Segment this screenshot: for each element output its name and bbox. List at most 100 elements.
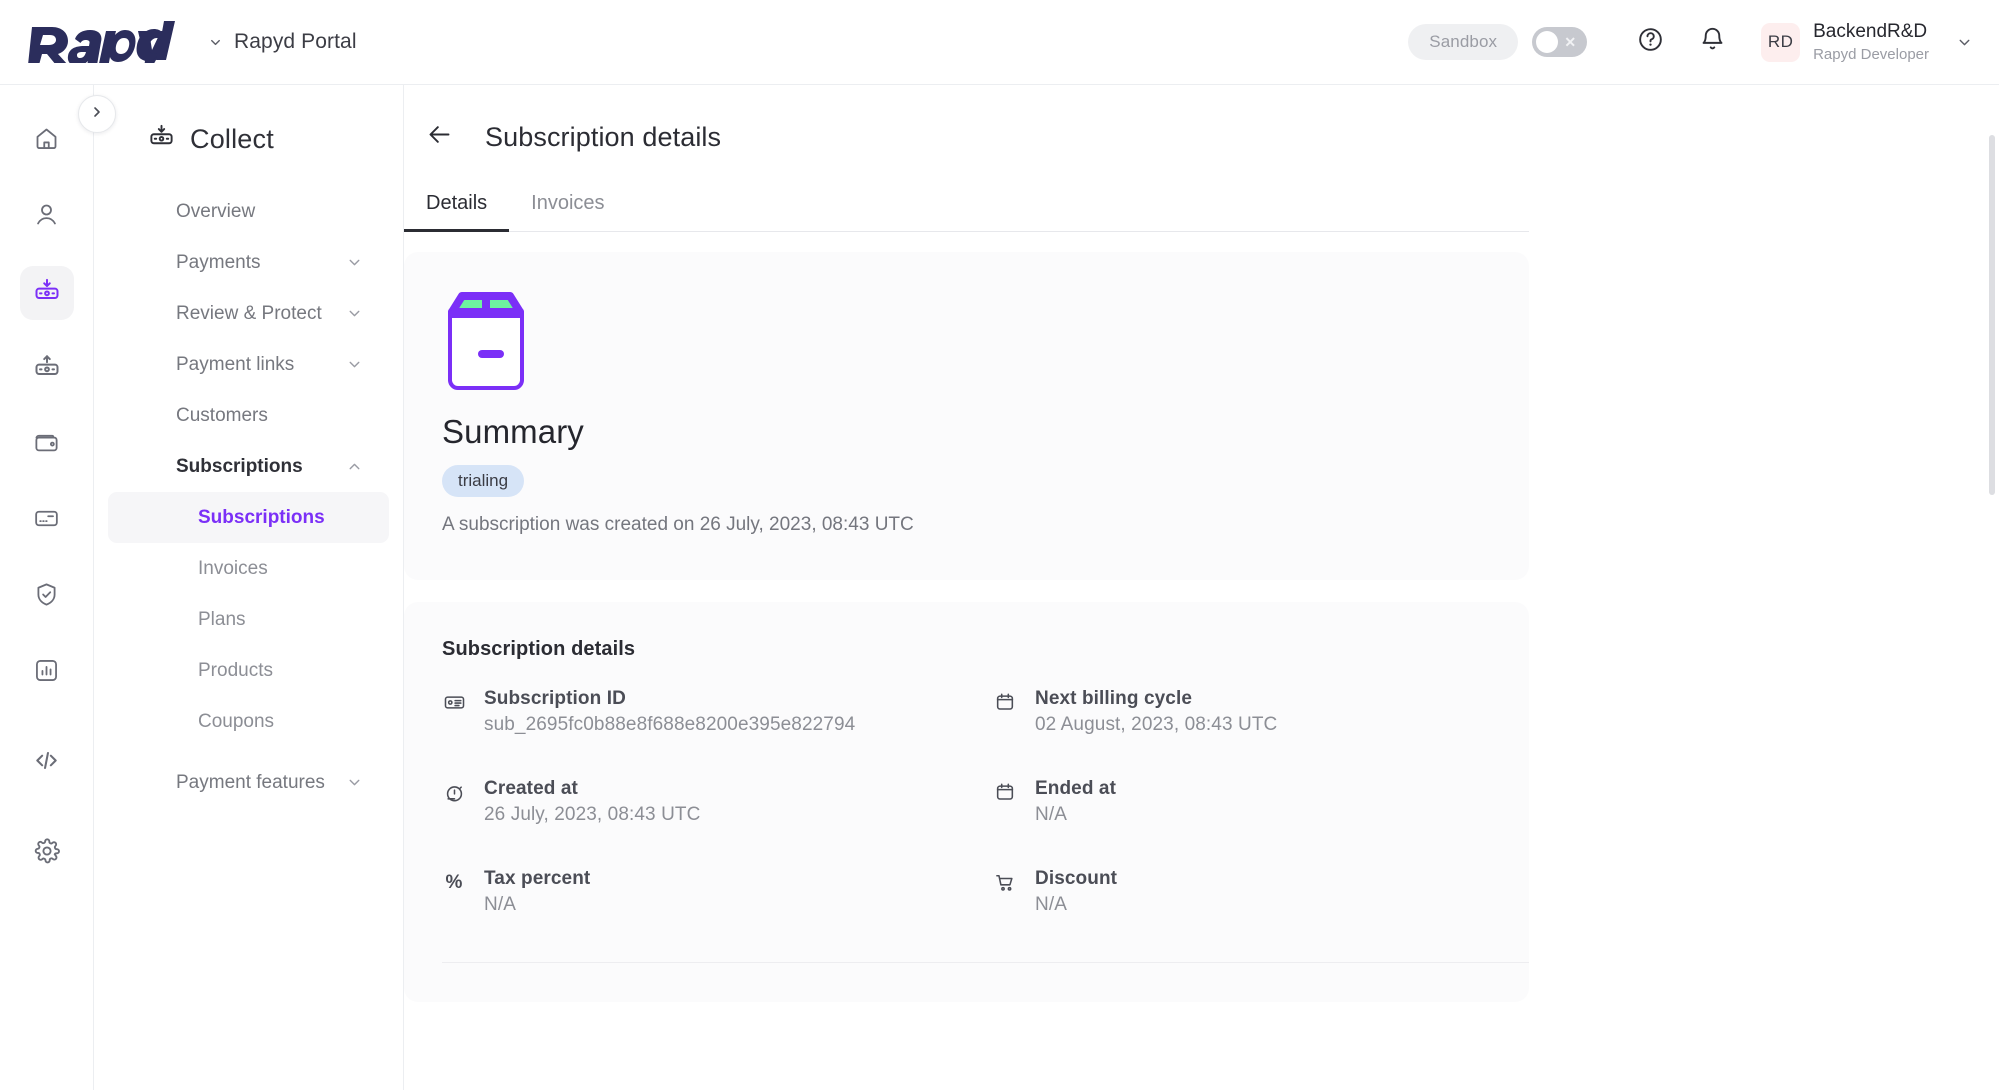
portal-name: Rapyd Portal [234, 30, 357, 54]
page-header: Subscription details [404, 85, 1999, 158]
avatar: RD [1761, 23, 1800, 62]
gear-icon [33, 837, 61, 870]
chevron-down-icon [346, 254, 363, 271]
card-icon [33, 505, 60, 537]
shield-check-icon [33, 581, 60, 613]
stopwatch-icon [442, 780, 466, 804]
tab-label: Details [426, 192, 487, 214]
sidebar-item-payment-features[interactable]: Payment features [108, 757, 389, 808]
chevron-down-icon [208, 35, 223, 50]
detail-value: N/A [1035, 804, 1116, 826]
sidebar-item-payments[interactable]: Payments [108, 237, 389, 288]
sidebar-item-customers[interactable]: Customers [108, 390, 389, 441]
tab-bar: Details Invoices [404, 183, 1529, 232]
secondary-sidebar: Collect Overview Payments Review & Prote… [94, 85, 404, 1090]
code-icon [32, 746, 61, 780]
sidebar-item-overview[interactable]: Overview [108, 186, 389, 237]
sidebar-collapse-button[interactable] [78, 95, 116, 133]
calendar-icon [993, 780, 1017, 804]
subscription-details-card: Subscription details Subscription ID sub… [404, 602, 1529, 1002]
chevron-down-icon [346, 356, 363, 373]
page-title: Subscription details [485, 122, 721, 153]
detail-value: sub_2695fc0b88e8f688e8200e395e822794 [484, 714, 855, 736]
chart-bar-icon [33, 657, 60, 689]
chevron-down-icon [346, 774, 363, 791]
sidebar-section-header: Collect [94, 123, 403, 155]
sidebar-item-review-and-protect[interactable]: Review & Protect [108, 288, 389, 339]
sidebar-item-label: Payment features [176, 772, 325, 794]
sidebar-item-label: Payments [176, 252, 260, 274]
sidebar-item-coupons[interactable]: Coupons [108, 696, 389, 747]
details-grid: Subscription ID sub_2695fc0b88e8f688e820… [442, 688, 1529, 916]
wallet-icon [33, 429, 60, 461]
sidebar-item-label: Subscriptions [176, 456, 303, 478]
detail-label: Discount [1035, 868, 1117, 890]
account-text: BackendR&D Rapyd Developer [1813, 20, 1929, 65]
help-button[interactable] [1623, 15, 1677, 69]
rail-item-protect[interactable] [20, 570, 74, 624]
detail-created-at: Created at 26 July, 2023, 08:43 UTC [442, 778, 993, 826]
rail-item-customers[interactable] [20, 190, 74, 244]
account-name: BackendR&D [1813, 20, 1929, 44]
sidebar-item-label: Customers [176, 405, 268, 427]
sandbox-mode-toggle[interactable]: ✕ [1532, 27, 1587, 57]
tab-invoices[interactable]: Invoices [509, 183, 626, 231]
package-box-icon [442, 290, 1529, 399]
cart-icon [993, 870, 1017, 894]
sidebar-item-products[interactable]: Products [108, 645, 389, 696]
sidebar-item-subscriptions[interactable]: Subscriptions [108, 492, 389, 543]
page-scrollbar[interactable] [1989, 135, 1995, 495]
sidebar-item-plans[interactable]: Plans [108, 594, 389, 645]
rail-item-collect[interactable] [20, 266, 74, 320]
detail-value: N/A [1035, 894, 1117, 916]
detail-next-billing-cycle: Next billing cycle 02 August, 2023, 08:4… [993, 688, 1544, 736]
sidebar-item-invoices[interactable]: Invoices [108, 543, 389, 594]
percent-icon: % [442, 870, 466, 894]
details-section-title: Subscription details [442, 638, 1529, 661]
summary-title: Summary [442, 413, 1529, 451]
sidebar-item-label: Review & Protect [176, 303, 322, 325]
status-badge: trialing [442, 465, 524, 497]
home-icon [33, 125, 60, 157]
notifications-button[interactable] [1685, 15, 1739, 69]
account-menu[interactable]: RD BackendR&D Rapyd Developer [1761, 20, 1973, 65]
id-card-icon [442, 690, 466, 714]
rail-item-settings[interactable] [20, 826, 74, 880]
rail-item-developers[interactable] [20, 736, 74, 790]
tab-label: Invoices [531, 192, 604, 214]
rail-item-reports[interactable] [20, 646, 74, 700]
tab-details[interactable]: Details [404, 183, 509, 231]
calendar-icon [993, 690, 1017, 714]
detail-ended-at: Ended at N/A [993, 778, 1544, 826]
rail-item-home[interactable] [20, 114, 74, 168]
portal-selector[interactable]: Rapyd Portal [208, 22, 357, 62]
summary-description: A subscription was created on 26 July, 2… [442, 514, 1529, 536]
collect-icon [33, 277, 61, 310]
detail-label: Next billing cycle [1035, 688, 1277, 710]
sidebar-subitem-label: Plans [198, 609, 246, 631]
sidebar-item-label: Payment links [176, 354, 294, 376]
sidebar-subitem-label: Subscriptions [198, 507, 325, 529]
account-role: Rapyd Developer [1813, 46, 1929, 65]
sidebar-item-payment-links[interactable]: Payment links [108, 339, 389, 390]
top-bar: Rapyd Portal Sandbox ✕ RD BackendR&D Rap… [0, 0, 1999, 85]
detail-value: 26 July, 2023, 08:43 UTC [484, 804, 700, 826]
rail-item-disburse[interactable] [20, 342, 74, 396]
detail-label: Subscription ID [484, 688, 855, 710]
detail-label: Created at [484, 778, 700, 800]
question-circle-icon [1637, 26, 1664, 58]
toggle-x-icon: ✕ [1564, 35, 1576, 49]
sandbox-label: Sandbox [1408, 24, 1518, 60]
detail-label: Ended at [1035, 778, 1116, 800]
sidebar-subitem-label: Invoices [198, 558, 268, 580]
rail-item-wallets[interactable] [20, 418, 74, 472]
sidebar-item-subscriptions-group[interactable]: Subscriptions [108, 441, 389, 492]
top-bar-actions: Sandbox ✕ RD BackendR&D Rapyd Developer [1408, 14, 1973, 70]
sidebar-item-label: Overview [176, 201, 255, 223]
rail-item-issuing[interactable] [20, 494, 74, 548]
back-button[interactable] [418, 116, 460, 158]
rapyd-logo[interactable] [28, 19, 178, 65]
icon-rail [0, 85, 94, 1090]
detail-tax-percent: % Tax percent N/A [442, 868, 993, 916]
toggle-knob [1536, 31, 1558, 53]
